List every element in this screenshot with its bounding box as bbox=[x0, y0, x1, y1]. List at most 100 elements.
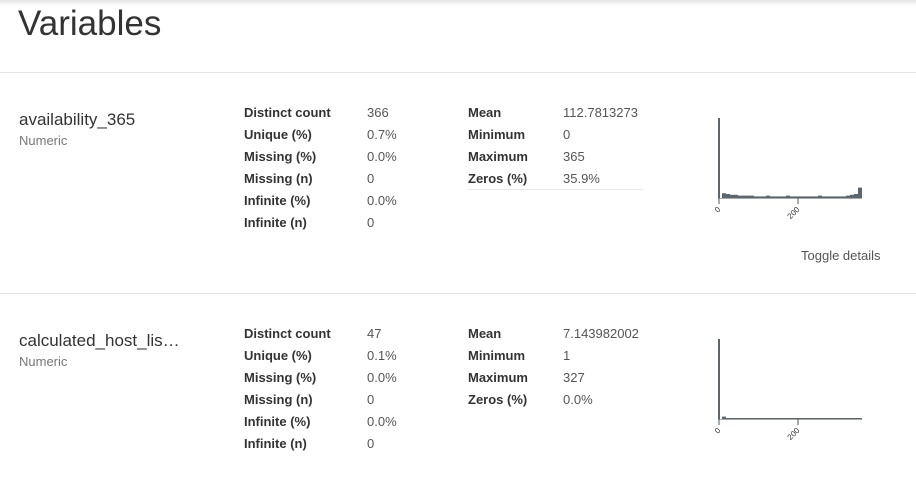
mini-histogram: 0 200 bbox=[713, 339, 862, 442]
stat-row: Maximum 327 bbox=[468, 366, 643, 388]
histogram-bar bbox=[758, 196, 762, 198]
histogram-bar bbox=[766, 418, 770, 419]
stats-table-basic: Distinct count 47 Unique (%) 0.1% Missing … bbox=[244, 322, 397, 454]
stats-table-basic: Distinct count 366 Unique (%) 0.7% Missing… bbox=[244, 101, 397, 233]
histogram-bar bbox=[810, 196, 814, 198]
histogram-bar bbox=[718, 118, 720, 198]
histogram-bar bbox=[774, 196, 778, 198]
histogram-bar bbox=[738, 195, 742, 198]
histogram-bar bbox=[718, 339, 720, 419]
stat-row: Infinite (n) 0 bbox=[244, 211, 397, 233]
stat-row: Zeros (%) 0.0% bbox=[468, 388, 643, 410]
histogram-bar bbox=[786, 418, 790, 419]
stat-label: Missing (n) bbox=[244, 391, 313, 407]
stat-label: Minimum bbox=[468, 347, 526, 363]
toggle-details-link[interactable]: Toggle details bbox=[801, 248, 881, 263]
histogram-bar bbox=[854, 194, 858, 198]
stat-row: Minimum 1 bbox=[468, 344, 643, 366]
stat-value: 47 bbox=[367, 325, 382, 341]
stat-value: 0 bbox=[563, 126, 571, 142]
stat-row: Missing (n) 0 bbox=[244, 167, 397, 189]
mini-histogram: 0 200 bbox=[713, 118, 862, 221]
histogram-bar bbox=[798, 418, 802, 419]
histogram-bar bbox=[726, 194, 730, 198]
histogram-tick-label: 0 bbox=[713, 426, 723, 436]
page-title: Variables bbox=[18, 4, 162, 43]
stat-row: Unique (%) 0.1% bbox=[244, 344, 397, 366]
histogram-bar bbox=[830, 418, 834, 419]
histogram-bar bbox=[826, 418, 830, 419]
stat-label: Minimum bbox=[468, 126, 526, 142]
histogram-bar bbox=[774, 418, 778, 419]
variable-row-calculated-host-listings: calculated_host_lis… Numeric Distinct co… bbox=[0, 294, 916, 489]
histogram-bar bbox=[750, 195, 754, 198]
histogram-bar bbox=[790, 418, 794, 419]
histogram-bar bbox=[778, 418, 782, 419]
histogram-bar bbox=[858, 187, 862, 198]
histogram-bar bbox=[814, 418, 818, 419]
stat-row: Missing (%) 0.0% bbox=[244, 366, 397, 388]
stat-label: Unique (%) bbox=[244, 126, 312, 142]
stat-value: 0.7% bbox=[367, 126, 397, 142]
histogram-bar bbox=[818, 418, 822, 419]
stat-row: Infinite (%) 0.0% bbox=[244, 189, 397, 211]
stat-label: Distinct count bbox=[244, 325, 331, 341]
variable-type: Numeric bbox=[19, 133, 68, 148]
histogram-bar bbox=[734, 194, 738, 198]
histogram-bar bbox=[790, 196, 794, 198]
stat-value: 0.0% bbox=[367, 369, 397, 385]
histogram-bar bbox=[726, 418, 730, 419]
variable-name: availability_365 bbox=[19, 110, 136, 129]
stat-label: Missing (n) bbox=[244, 170, 313, 186]
stat-row: Distinct count 47 bbox=[244, 322, 397, 344]
stat-label: Infinite (n) bbox=[244, 435, 307, 451]
histogram-bar bbox=[730, 194, 734, 198]
variable-row-availability: availability_365 Numeric Distinct count 3… bbox=[0, 73, 916, 293]
stat-row: Infinite (%) 0.0% bbox=[244, 410, 397, 432]
histogram-bar bbox=[838, 418, 842, 419]
stat-value: 7.143982002 bbox=[563, 325, 639, 341]
histogram-tick-label: 200 bbox=[786, 426, 802, 442]
histogram-bar bbox=[822, 418, 826, 419]
histogram-bar bbox=[830, 196, 834, 198]
histogram-bar bbox=[794, 196, 798, 198]
stat-row: Mean 7.143982002 bbox=[468, 322, 643, 344]
stat-row: Maximum 365 bbox=[468, 145, 643, 167]
histogram-bar bbox=[754, 418, 758, 419]
stat-row: Distinct count 366 bbox=[244, 101, 397, 123]
stat-value: 0.0% bbox=[367, 192, 397, 208]
histogram-bar bbox=[738, 418, 742, 419]
stat-value: 35.9% bbox=[563, 167, 643, 190]
histogram-bar bbox=[766, 195, 770, 198]
stat-row: Mean 112.7813273 bbox=[468, 101, 643, 123]
histogram-bar bbox=[858, 418, 862, 419]
stat-label: Unique (%) bbox=[244, 347, 312, 363]
histogram-bar bbox=[746, 418, 750, 419]
stat-value: 0.1% bbox=[367, 347, 397, 363]
stat-label: Zeros (%) bbox=[468, 391, 528, 407]
histogram-bar bbox=[770, 196, 774, 198]
histogram-bar bbox=[730, 418, 734, 419]
histogram-bar bbox=[762, 196, 766, 198]
stat-label: Mean bbox=[468, 325, 502, 341]
stat-value: 0 bbox=[367, 391, 375, 407]
histogram-bar bbox=[846, 195, 850, 198]
histogram-bar bbox=[782, 418, 786, 419]
stat-row: Missing (%) 0.0% bbox=[244, 145, 397, 167]
stat-value: 0.0% bbox=[367, 148, 397, 164]
histogram-bar bbox=[758, 418, 762, 419]
histogram-bar bbox=[846, 418, 850, 419]
histogram-bar bbox=[850, 418, 854, 419]
histogram-bar bbox=[754, 196, 758, 198]
stat-value: 366 bbox=[367, 104, 389, 120]
stat-label: Missing (%) bbox=[244, 148, 317, 164]
stat-row: Minimum 0 bbox=[468, 123, 643, 145]
histogram-bar bbox=[802, 418, 806, 419]
stat-label: Infinite (%) bbox=[244, 192, 311, 208]
stat-value: 0.0% bbox=[563, 391, 593, 407]
histogram-bar bbox=[802, 196, 806, 198]
stat-value: 0 bbox=[367, 170, 375, 186]
stat-value: 0 bbox=[367, 435, 375, 451]
histogram-bar bbox=[842, 196, 846, 198]
histogram-bar bbox=[850, 194, 854, 198]
